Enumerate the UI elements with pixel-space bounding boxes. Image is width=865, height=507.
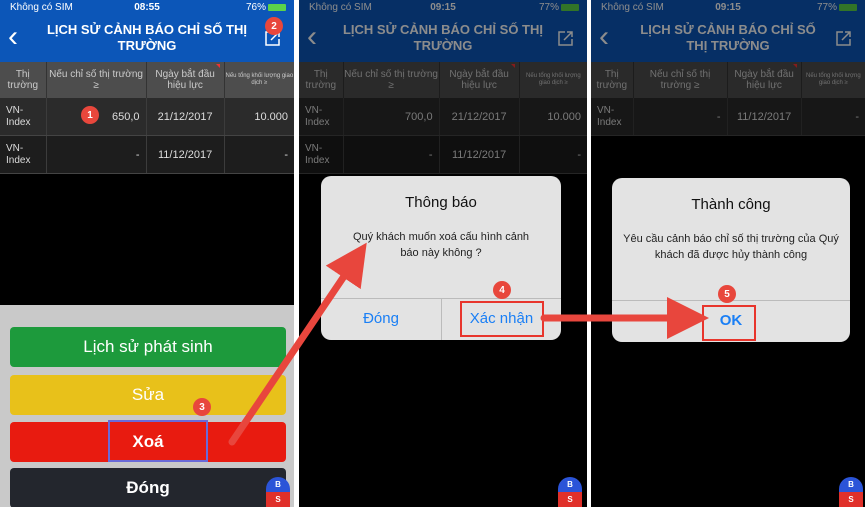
arrow-step-3-to-4	[228, 242, 367, 446]
annotation-arrows	[228, 242, 709, 446]
